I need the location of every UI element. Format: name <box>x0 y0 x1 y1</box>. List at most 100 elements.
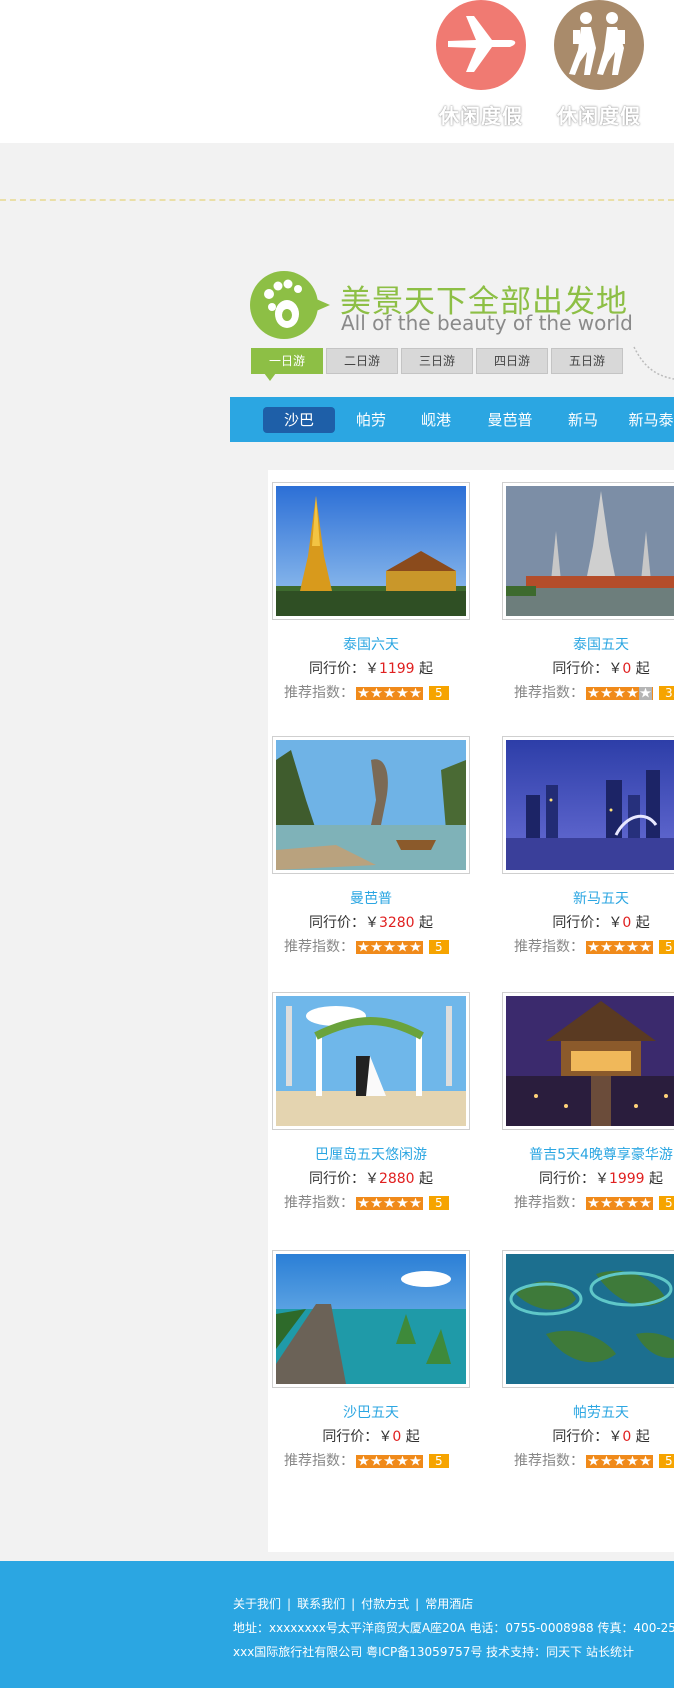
region-tab-palau[interactable]: 帕劳 <box>340 407 402 433</box>
product-image[interactable] <box>502 736 674 874</box>
price-value: 2880 <box>378 1171 415 1187</box>
rating-label: 推荐指数： <box>284 939 354 955</box>
footer-link-hotels[interactable]: 常用酒店 <box>425 1595 473 1612</box>
region-tab-sgmy[interactable]: 新马 <box>552 407 614 433</box>
price-value: 0 <box>622 661 632 677</box>
product-rating: 推荐指数： 5 <box>514 1192 674 1212</box>
rating-label: 推荐指数： <box>514 939 584 955</box>
top-icon-label: 休闲度假 <box>439 104 523 128</box>
product-price: 同行价：￥1999 起 <box>502 1168 674 1188</box>
region-nav: 沙巴 帕劳 岘港 曼芭普 新马 新马泰 <box>230 397 674 442</box>
footer-link-about[interactable]: 关于我们 <box>233 1595 281 1612</box>
tab-day-3[interactable]: 三日游 <box>401 348 473 374</box>
rating-stars <box>356 940 423 954</box>
temple-river-photo <box>506 486 674 616</box>
price-label: 同行价： <box>552 661 609 677</box>
star-icon <box>613 1197 626 1210</box>
star-icon <box>626 1455 639 1468</box>
tab-day-2[interactable]: 二日游 <box>326 348 398 374</box>
product-name[interactable]: 泰国五天 <box>502 634 674 654</box>
star-icon <box>357 1455 370 1468</box>
rating-label: 推荐指数： <box>514 685 584 701</box>
price-label: 同行价： <box>552 1429 609 1445</box>
price-suffix: 起 <box>419 1171 434 1187</box>
product-image[interactable] <box>502 482 674 620</box>
star-icon <box>370 941 383 954</box>
tab-day-1[interactable]: 一日游 <box>251 348 323 381</box>
product-name[interactable]: 新马五天 <box>502 888 674 908</box>
currency-symbol: ￥ <box>608 915 623 931</box>
product-image[interactable] <box>272 1250 470 1388</box>
rating-label: 推荐指数： <box>514 1453 584 1469</box>
rating-score: 5 <box>659 940 674 954</box>
rating-label: 推荐指数： <box>284 1453 354 1469</box>
star-icon <box>357 687 370 700</box>
product-name[interactable]: 曼芭普 <box>272 888 470 908</box>
rating-stars <box>586 940 653 954</box>
currency-symbol: ￥ <box>364 661 379 677</box>
star-icon <box>409 1455 422 1468</box>
price-label: 同行价： <box>538 1171 595 1187</box>
star-icon <box>383 1455 396 1468</box>
product-image[interactable] <box>502 1250 674 1388</box>
rating-stars <box>586 1196 653 1210</box>
product-price: 同行价：￥1199 起 <box>272 658 470 678</box>
city-night-photo <box>506 740 674 870</box>
price-suffix: 起 <box>635 661 650 677</box>
product-image[interactable] <box>272 736 470 874</box>
product-name[interactable]: 普吉5天4晚尊享豪华游 <box>502 1144 674 1164</box>
rating-label: 推荐指数： <box>284 685 354 701</box>
product-name[interactable]: 沙巴五天 <box>272 1402 470 1422</box>
currency-symbol: ￥ <box>364 915 379 931</box>
product-price: 同行价：￥0 起 <box>502 912 674 932</box>
star-icon <box>639 1455 652 1468</box>
star-icon <box>613 1455 626 1468</box>
top-banner: 休闲度假 休闲度假 <box>0 0 674 143</box>
rating-stars <box>356 686 423 700</box>
product-price: 同行价：￥0 起 <box>502 1426 674 1446</box>
currency-symbol: ￥ <box>378 1429 393 1445</box>
region-tab-mbp[interactable]: 曼芭普 <box>470 407 550 433</box>
region-tab-sgmyth[interactable]: 新马泰 <box>616 407 674 433</box>
product-name[interactable]: 泰国六天 <box>272 634 470 654</box>
product-price: 同行价：￥2880 起 <box>272 1168 470 1188</box>
rating-score: 5 <box>659 1454 674 1468</box>
footer-link-contact[interactable]: 联系我们 <box>297 1595 345 1612</box>
rating-stars <box>586 686 653 700</box>
star-icon <box>626 941 639 954</box>
price-label: 同行价： <box>308 1171 365 1187</box>
star-icon <box>613 941 626 954</box>
footer-link-payment[interactable]: 付款方式 <box>361 1595 409 1612</box>
footer-company: xxx国际旅行社有限公司 粤ICP备13059757号 技术支持：同天下 站长统… <box>233 1645 634 1659</box>
region-tab-danang[interactable]: 岘港 <box>405 407 467 433</box>
star-icon <box>396 1455 409 1468</box>
product-price: 同行价：￥0 起 <box>502 658 674 678</box>
product-image[interactable] <box>272 482 470 620</box>
tab-day-4[interactable]: 四日游 <box>476 348 548 374</box>
star-icon <box>587 1197 600 1210</box>
price-value: 1999 <box>608 1171 645 1187</box>
price-label: 同行价： <box>552 915 609 931</box>
hikers-icon[interactable] <box>554 0 644 90</box>
star-icon <box>357 1197 370 1210</box>
tab-day-5[interactable]: 五日游 <box>551 348 623 374</box>
price-suffix: 起 <box>649 1171 664 1187</box>
golden-pagoda-photo <box>276 486 466 616</box>
star-icon <box>587 687 600 700</box>
product-name[interactable]: 巴厘岛五天悠闲游 <box>272 1144 470 1164</box>
product-image[interactable] <box>502 992 674 1130</box>
star-icon <box>626 687 639 700</box>
region-tab-sabah[interactable]: 沙巴 <box>263 407 335 433</box>
footprint-logo-icon <box>250 271 330 339</box>
currency-symbol: ￥ <box>608 1429 623 1445</box>
product-image[interactable] <box>272 992 470 1130</box>
rating-stars <box>356 1196 423 1210</box>
rating-score: 5 <box>659 1196 674 1210</box>
airplane-icon[interactable] <box>436 0 526 90</box>
star-icon <box>600 1455 613 1468</box>
star-icon <box>639 1197 652 1210</box>
rating-score: 5 <box>429 1196 449 1210</box>
price-suffix: 起 <box>635 915 650 931</box>
product-price: 同行价：￥3280 起 <box>272 912 470 932</box>
product-name[interactable]: 帕劳五天 <box>502 1402 674 1422</box>
